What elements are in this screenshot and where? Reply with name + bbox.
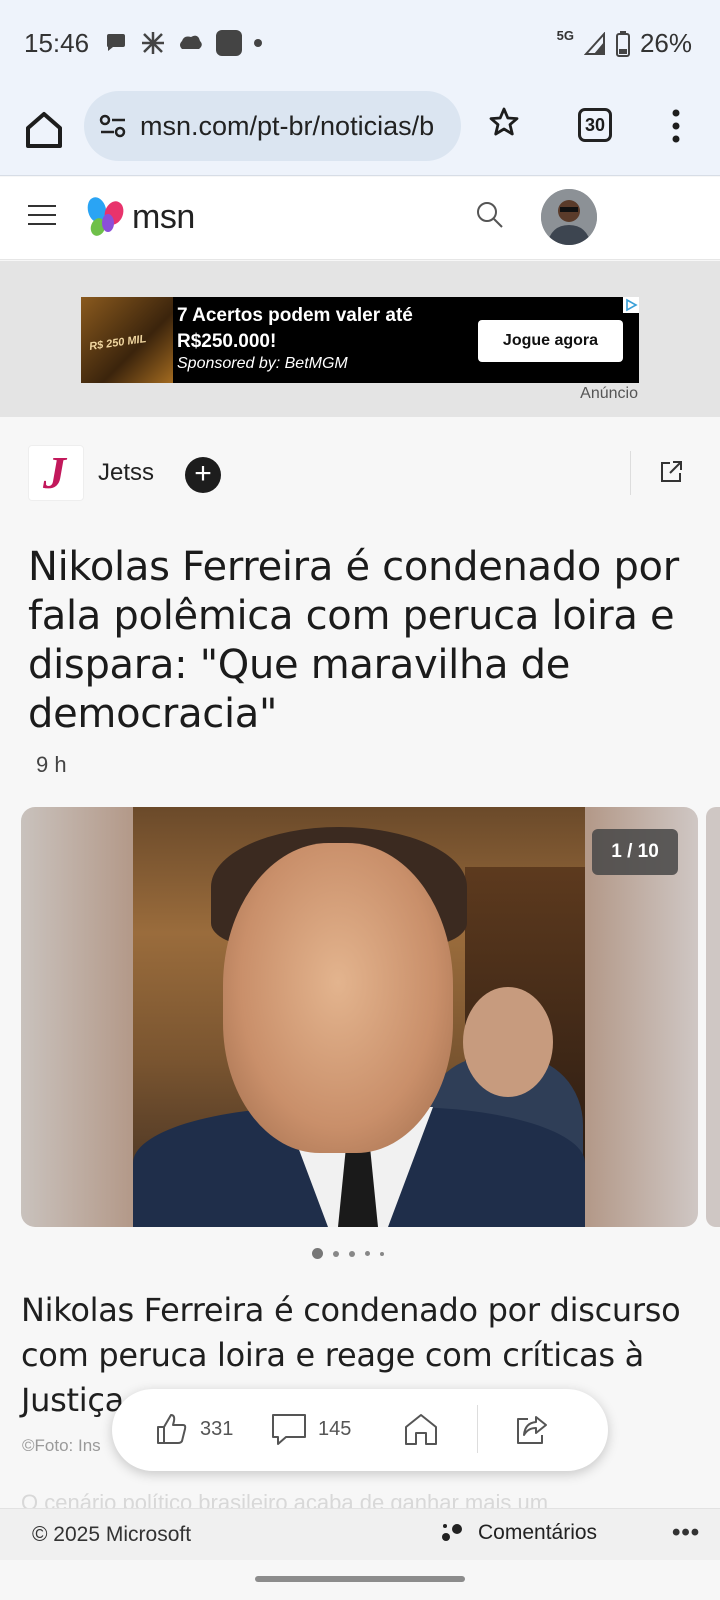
publisher-logo-letter: J [43,447,66,498]
network-icon [142,32,164,54]
home-icon[interactable] [20,106,68,154]
overflow-menu-icon[interactable] [670,108,682,144]
ad-title: 7 Acertos podem valer até R$250.000! [177,305,413,352]
article-headline: Nikolas Ferreira é condenado por fala po… [28,544,679,737]
browser-toolbar: msn.com/pt-br/noticias/b 30 [0,86,720,176]
msn-butterfly-icon [87,197,124,236]
ad-banner[interactable]: R$ 250 MIL 7 Acertos podem valer até R$2… [81,297,639,383]
page-footer: © 2025 Microsoft Comentários ••• [0,1508,720,1560]
comment-icon [272,1414,306,1445]
msn-logo[interactable]: msn [84,195,195,239]
msn-header: msn [0,177,720,260]
next-slide-peek[interactable] [706,807,720,1227]
bookmark-star-icon[interactable] [488,106,520,138]
battery-level: 26% [639,28,692,58]
follow-button[interactable]: + [185,457,221,493]
copyright-text: © 2025 Microsoft [32,1523,192,1546]
hamburger-menu-icon[interactable] [28,205,56,229]
avatar[interactable] [541,189,597,245]
status-time: 15:46 [24,28,90,58]
msn-home-button[interactable] [402,1411,440,1447]
more-options-button[interactable]: ••• [672,1519,700,1547]
open-external-icon[interactable] [658,459,684,485]
image-gallery[interactable]: 1 / 10 [21,807,698,1227]
gesture-bar[interactable] [255,1576,465,1582]
pagination-dot[interactable] [365,1251,370,1256]
thumbs-up-icon [157,1414,187,1444]
notification-icons [104,30,262,56]
address-bar[interactable]: msn.com/pt-br/noticias/b [84,91,461,161]
pagination-dot[interactable] [380,1251,384,1256]
like-count: 331 [200,1417,234,1440]
pagination-dot[interactable] [312,1248,323,1259]
cloud-icon [180,35,202,49]
comment-count: 145 [318,1417,352,1440]
comments-icon [442,1524,462,1541]
ad-cta-button[interactable]: Jogue agora [478,320,623,362]
tab-switcher-button[interactable]: 30 [578,108,612,142]
pagination-dot[interactable] [349,1250,355,1257]
publisher-row: J Jetss + [0,417,720,529]
share-button[interactable] [514,1411,550,1447]
signal-icon [583,31,605,55]
status-bar: 15:46 5G 26% [0,0,720,86]
dot-icon [254,39,262,47]
app-icon [216,30,242,56]
msn-brand-text: msn [132,197,195,236]
gallery-pagination [312,1248,384,1259]
comments-label: Comentários [478,1521,598,1544]
search-icon[interactable] [474,199,506,231]
article-action-bar: 331 145 [112,1389,608,1471]
gallery-counter: 1 / 10 [592,829,678,875]
url-text[interactable]: msn.com/pt-br/noticias/b [140,111,434,142]
like-button[interactable]: 331 [154,1411,233,1447]
network-type: 5G [556,28,574,43]
article-age: 9 h [36,752,67,777]
share-icon [517,1416,547,1444]
pagination-dot[interactable] [333,1250,339,1257]
comments-link[interactable]: Comentários [440,1521,597,1545]
article-photo [133,807,585,1227]
publisher-name[interactable]: Jetss [98,459,154,487]
ad-image: R$ 250 MIL [81,297,173,383]
comment-button[interactable]: 145 [270,1411,351,1447]
battery-icon [615,30,630,57]
divider [630,451,631,495]
ad-image-text: R$ 250 MIL [88,333,148,353]
chat-icon [107,34,125,51]
status-right: 5G 26% [557,28,692,59]
site-settings-icon[interactable] [98,111,128,141]
home-outline-icon [405,1414,437,1445]
adchoices-icon[interactable] [623,297,639,313]
photo-credit: ©Foto: Ins [22,1436,101,1455]
divider [477,1405,478,1453]
ad-section: R$ 250 MIL 7 Acertos podem valer até R$2… [0,261,720,417]
ad-label: Anúncio [580,385,638,402]
publisher-logo[interactable]: J [28,445,84,501]
ad-sponsor: Sponsored by: BetMGM [177,355,348,372]
